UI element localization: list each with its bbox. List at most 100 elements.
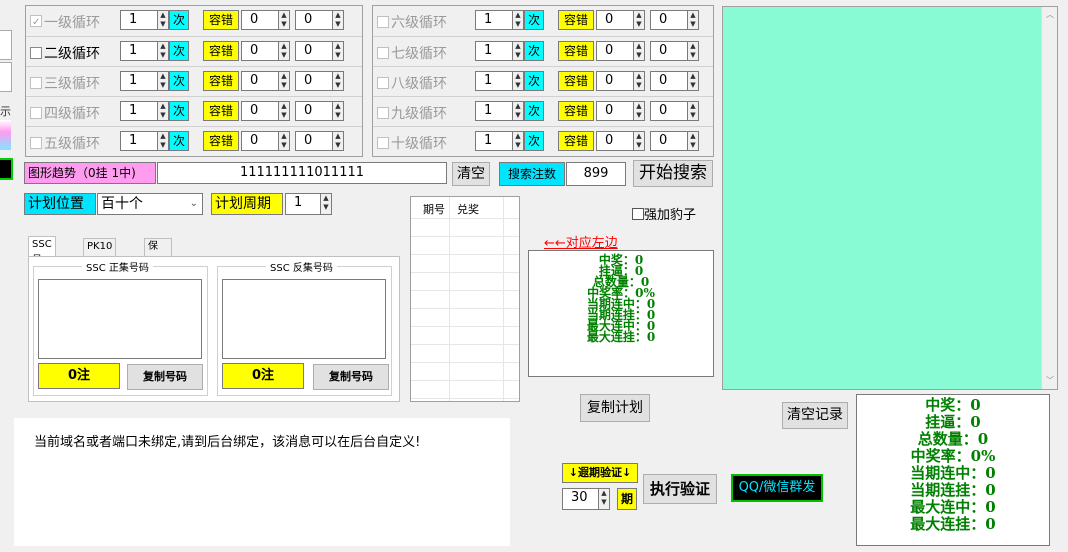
loop-tolerance-b-stepper[interactable]: ▲ ▼ — [333, 71, 344, 91]
loop-tolerance-a-stepper[interactable]: ▲ ▼ — [279, 101, 290, 121]
loop-checkbox[interactable]: 十级循环 — [377, 133, 447, 153]
loop-tolerance-b-input[interactable]: 0 — [650, 101, 688, 121]
plan-position-select[interactable]: 百十个 ⌄ — [97, 193, 203, 215]
loop-times-stepper[interactable]: ▲ ▼ — [158, 10, 169, 30]
loop-times-stepper[interactable]: ▲ ▼ — [158, 101, 169, 121]
loop-tolerance-a-stepper[interactable]: ▲ ▼ — [634, 131, 645, 151]
loop-checkbox[interactable]: 九级循环 — [377, 103, 447, 123]
plan-cycle-stepper[interactable]: ▲ ▼ — [321, 193, 332, 215]
loop-tolerance-a-stepper[interactable]: ▲ ▼ — [279, 10, 290, 30]
chevron-down-icon: ⌄ — [189, 198, 198, 209]
force-leopard-checkbox[interactable]: 强加豹子 — [632, 204, 696, 223]
loop-tolerance-a-stepper[interactable]: ▲ ▼ — [634, 71, 645, 91]
plan-cycle-input[interactable]: 1 — [285, 193, 321, 215]
loop-times-input[interactable]: 1 — [120, 41, 158, 61]
loop-checkbox[interactable]: 三级循环 — [30, 73, 100, 93]
ssc-negative-textarea[interactable] — [222, 279, 386, 359]
loop-checkbox[interactable]: 四级循环 — [30, 103, 100, 123]
scroll-down-icon[interactable]: ﹀ — [1042, 373, 1058, 389]
left-edge-field[interactable] — [0, 62, 12, 92]
execute-verify-button[interactable]: 执行验证 — [643, 474, 717, 504]
loop-tolerance-a-stepper[interactable]: ▲ ▼ — [279, 131, 290, 151]
clear-record-button[interactable]: 清空记录 — [782, 402, 848, 429]
loop-times-stepper[interactable]: ▲ ▼ — [158, 71, 169, 91]
loop-tolerance-b-stepper[interactable]: ▲ ▼ — [688, 10, 699, 30]
loop-tolerance-a-stepper[interactable]: ▲ ▼ — [634, 10, 645, 30]
loop-times-stepper[interactable]: ▲ ▼ — [513, 131, 524, 151]
loop-tolerance-b-input[interactable]: 0 — [295, 71, 333, 91]
loop-times-stepper[interactable]: ▲ ▼ — [158, 131, 169, 151]
qq-wechat-group-send-button[interactable]: QQ/微信群发 — [731, 474, 823, 502]
loop-tolerance-a-input[interactable]: 0 — [241, 131, 279, 151]
loop-times-input[interactable]: 1 — [120, 131, 158, 151]
loop-tolerance-a-stepper[interactable]: ▲ ▼ — [279, 71, 290, 91]
scroll-up-icon[interactable]: ︿ — [1042, 7, 1058, 23]
trend-input[interactable]: 111111111011111 — [157, 162, 447, 184]
loop-tolerance-a-input[interactable]: 0 — [241, 41, 279, 61]
loop-tolerance-a-input[interactable]: 0 — [596, 71, 634, 91]
loop-tolerance-a-input[interactable]: 0 — [596, 41, 634, 61]
tab-pk10[interactable]: PK10 号码 — [83, 238, 117, 268]
left-edge-field[interactable] — [0, 30, 12, 60]
loop-tolerance-b-input[interactable]: 0 — [650, 10, 688, 30]
search-count-input[interactable]: 899 — [566, 162, 626, 186]
loop-times-input[interactable]: 1 — [475, 71, 513, 91]
loop-tolerance-b-input[interactable]: 0 — [650, 71, 688, 91]
loop-checkbox[interactable]: 一级循环 — [30, 12, 100, 32]
loop-times-stepper[interactable]: ▲ ▼ — [513, 101, 524, 121]
loop-tolerance-a-input[interactable]: 0 — [241, 10, 279, 30]
loop-checkbox[interactable]: 五级循环 — [30, 133, 100, 153]
tab-ssc[interactable]: SSC 号码 — [28, 236, 56, 282]
loop-checkbox[interactable]: 七级循环 — [377, 43, 447, 63]
loop-tolerance-a-stepper[interactable]: ▲ ▼ — [634, 101, 645, 121]
clear-trend-button[interactable]: 清空 — [452, 162, 490, 186]
loop-tolerance-b-stepper[interactable]: ▲ ▼ — [688, 101, 699, 121]
loop-times-input[interactable]: 1 — [475, 41, 513, 61]
loop-tolerance-b-input[interactable]: 0 — [295, 131, 333, 151]
period-list[interactable]: 期号 兑奖 — [410, 196, 520, 402]
loop-tolerance-b-stepper[interactable]: ▲ ▼ — [333, 10, 344, 30]
loop-tolerance-a-input[interactable]: 0 — [241, 71, 279, 91]
loop-tolerance-b-input[interactable]: 0 — [650, 131, 688, 151]
copy-negative-button[interactable]: 复制号码 — [313, 364, 389, 390]
loop-tolerance-a-input[interactable]: 0 — [596, 131, 634, 151]
loop-tolerance-a-input[interactable]: 0 — [241, 101, 279, 121]
loop-times-stepper[interactable]: ▲ ▼ — [513, 71, 524, 91]
loop-times-input[interactable]: 1 — [475, 10, 513, 30]
loop-tolerance-b-input[interactable]: 0 — [295, 101, 333, 121]
loop-times-input[interactable]: 1 — [120, 71, 158, 91]
loop-checkbox[interactable]: 八级循环 — [377, 73, 447, 93]
loop-tolerance-b-stepper[interactable]: ▲ ▼ — [333, 41, 344, 61]
loop-tolerance-b-input[interactable]: 0 — [295, 41, 333, 61]
result-textarea[interactable]: ︿ ﹀ — [722, 6, 1058, 390]
loop-tolerance-b-stepper[interactable]: ▲ ▼ — [688, 41, 699, 61]
loop-tolerance-b-input[interactable]: 0 — [650, 41, 688, 61]
ssc-positive-textarea[interactable] — [38, 279, 202, 359]
loop-tolerance-a-input[interactable]: 0 — [596, 101, 634, 121]
loop-times-input[interactable]: 1 — [475, 101, 513, 121]
loop-times-stepper[interactable]: ▲ ▼ — [513, 41, 524, 61]
loop-tolerance-b-stepper[interactable]: ▲ ▼ — [333, 131, 344, 151]
verify-periods-stepper[interactable]: ▲ ▼ — [599, 488, 610, 510]
loop-tolerance-b-stepper[interactable]: ▲ ▼ — [688, 131, 699, 151]
loop-checkbox[interactable]: 六级循环 — [377, 12, 447, 32]
loop-tolerance-a-stepper[interactable]: ▲ ▼ — [634, 41, 645, 61]
loop-tolerance-a-stepper[interactable]: ▲ ▼ — [279, 41, 290, 61]
copy-plan-button[interactable]: 复制计划 — [580, 394, 650, 422]
loop-times-stepper[interactable]: ▲ ▼ — [513, 10, 524, 30]
loop-tolerance-a-input[interactable]: 0 — [596, 10, 634, 30]
verify-periods-input[interactable]: 30 — [562, 488, 599, 510]
start-search-button[interactable]: 开始搜索 — [633, 160, 713, 187]
loop-tolerance-b-stepper[interactable]: ▲ ▼ — [688, 71, 699, 91]
loop-times-stepper[interactable]: ▲ ▼ — [158, 41, 169, 61]
ssc-tab-panel: SSC 正集号码 0注 复制号码 SSC 反集号码 0注 复制号码 — [28, 256, 400, 402]
tab-save-load[interactable]: 保存、读取设置 — [144, 238, 172, 300]
loop-times-input[interactable]: 1 — [120, 101, 158, 121]
copy-positive-button[interactable]: 复制号码 — [127, 364, 203, 390]
vertical-scrollbar[interactable]: ︿ ﹀ — [1041, 7, 1057, 389]
loop-checkbox[interactable]: 二级循环 — [30, 43, 100, 63]
loop-tolerance-b-input[interactable]: 0 — [295, 10, 333, 30]
loop-times-input[interactable]: 1 — [120, 10, 158, 30]
loop-times-input[interactable]: 1 — [475, 131, 513, 151]
loop-tolerance-b-stepper[interactable]: ▲ ▼ — [333, 101, 344, 121]
